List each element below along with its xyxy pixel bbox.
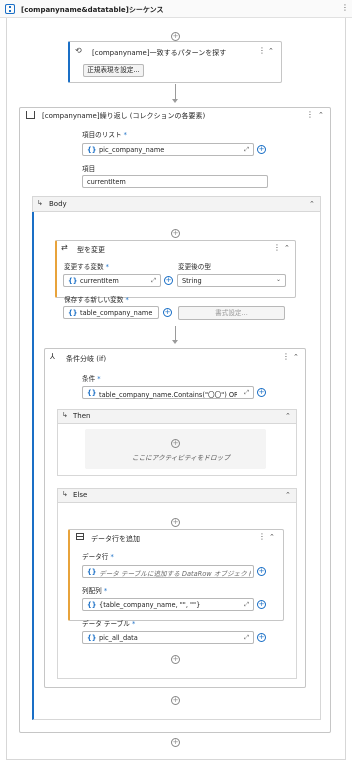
add-circle-icon[interactable]: +: [257, 633, 266, 642]
connector-arrow: [172, 340, 178, 344]
type-select[interactable]: String ⌄: [177, 274, 286, 287]
kebab-menu-icon[interactable]: ⋮: [306, 110, 314, 119]
table-field[interactable]: {} pic_all_data ⤢: [82, 631, 254, 644]
kebab-menu-icon[interactable]: ⋮: [258, 532, 266, 541]
collapse-icon[interactable]: ⌃: [293, 353, 299, 361]
collapse-icon[interactable]: ⌃: [309, 200, 315, 208]
array-field[interactable]: {} {table_company_name, "", ""} ⤢: [82, 598, 254, 611]
add-circle-icon[interactable]: +: [171, 439, 180, 448]
item-field[interactable]: currentItem: [82, 175, 268, 188]
body-header[interactable]: [32, 196, 321, 212]
list-label: 項目のリスト *: [82, 131, 127, 139]
expression-icon: {}: [87, 568, 97, 576]
var-field[interactable]: {} currentItem ⤢: [63, 274, 161, 287]
var-label: 変更する変数 *: [64, 263, 109, 271]
expression-icon: {}: [68, 309, 78, 317]
collapse-icon[interactable]: ⌃: [285, 412, 291, 420]
expand-icon[interactable]: ⤢: [244, 389, 249, 397]
array-label: 列配列 *: [82, 587, 108, 595]
convert-type-icon: ⇄: [61, 243, 68, 252]
add-circle-icon[interactable]: +: [257, 600, 266, 609]
collapse-icon[interactable]: ⌃: [285, 491, 291, 499]
else-label: Else: [73, 491, 88, 499]
add-circle-icon[interactable]: +: [257, 145, 266, 154]
add-circle-icon[interactable]: +: [171, 32, 180, 41]
add-circle-icon[interactable]: +: [171, 655, 180, 664]
connector-arrow: [172, 99, 178, 103]
body-label: Body: [49, 200, 67, 208]
add-circle-icon[interactable]: +: [164, 276, 173, 285]
row-field[interactable]: {} データ テーブルに追加する DataRow オブジェクト: [82, 565, 254, 578]
drop-hint: ここにアクティビティをドロップ: [132, 454, 230, 462]
then-branch-icon: ↳: [62, 411, 68, 419]
expression-icon: {}: [87, 146, 97, 154]
expression-icon: {}: [87, 389, 97, 397]
find-pattern-icon: ⟲: [75, 46, 82, 55]
sequence-icon: [5, 4, 15, 14]
row-label: データ行 *: [82, 553, 114, 561]
expand-icon[interactable]: ⤢: [244, 146, 249, 154]
then-label: Then: [73, 412, 91, 420]
condition-label: 条件 *: [82, 375, 101, 383]
add-circle-icon[interactable]: +: [257, 388, 266, 397]
connector-line: [175, 326, 176, 341]
type-label: 変更後の型: [178, 263, 211, 271]
list-field[interactable]: {} pic_company_name ⤢: [82, 143, 254, 156]
condition-field[interactable]: {} table_company_name.Contains("〇〇") OR …: [82, 386, 254, 399]
collapse-icon[interactable]: ⌃: [318, 111, 324, 119]
sequence-title: [companyname&datatable]シーケンス: [21, 6, 164, 14]
item-label: 項目: [82, 165, 96, 173]
add-row-icon: [76, 533, 84, 540]
add-circle-icon[interactable]: +: [171, 738, 180, 747]
add-circle-icon[interactable]: +: [171, 696, 180, 705]
find-pattern-title: [companyname]一致するパターンを探す: [92, 49, 227, 57]
expression-icon: {}: [68, 277, 78, 285]
add-circle-icon[interactable]: +: [257, 567, 266, 576]
format-button[interactable]: 書式設定...: [178, 306, 285, 320]
expression-icon: {}: [87, 601, 97, 609]
save-label: 保存する新しい変数 *: [64, 296, 129, 304]
if-title: 条件分岐 (if): [66, 355, 107, 363]
kebab-menu-icon[interactable]: ⋮: [341, 3, 349, 12]
foreach-title: [companyname]繰り返し (コレクションの各要素): [42, 112, 206, 120]
add-circle-icon[interactable]: +: [171, 518, 180, 527]
expand-icon[interactable]: ⤢: [244, 634, 249, 642]
body-branch-icon: ↳: [37, 199, 43, 207]
expression-icon: {}: [87, 634, 97, 642]
kebab-menu-icon[interactable]: ⋮: [273, 243, 281, 252]
if-icon: ⅄: [50, 352, 55, 361]
table-label: データ テーブル *: [82, 620, 136, 628]
regex-button[interactable]: 正規表現を設定...: [83, 64, 144, 77]
convert-title: 型を変更: [77, 246, 105, 254]
add-circle-icon[interactable]: +: [171, 229, 180, 238]
else-branch-icon: ↳: [62, 490, 68, 498]
foreach-icon: [26, 111, 35, 119]
collapse-icon[interactable]: ⌃: [284, 244, 290, 252]
chevron-down-icon: ⌄: [275, 276, 281, 283]
else-header[interactable]: [57, 488, 297, 503]
expand-icon[interactable]: ⤢: [151, 277, 156, 285]
then-header[interactable]: [57, 409, 297, 424]
add-row-title: データ行を追加: [91, 535, 140, 543]
collapse-icon[interactable]: ⌃: [269, 533, 275, 541]
connector-line: [175, 84, 176, 100]
kebab-menu-icon[interactable]: ⋮: [258, 46, 266, 55]
kebab-menu-icon[interactable]: ⋮: [282, 352, 290, 361]
drop-zone[interactable]: [85, 429, 266, 469]
add-circle-icon[interactable]: +: [163, 308, 172, 317]
expand-icon[interactable]: ⤢: [244, 601, 249, 609]
collapse-icon[interactable]: ⌃: [268, 47, 274, 55]
save-field[interactable]: {} table_company_name: [63, 306, 159, 319]
